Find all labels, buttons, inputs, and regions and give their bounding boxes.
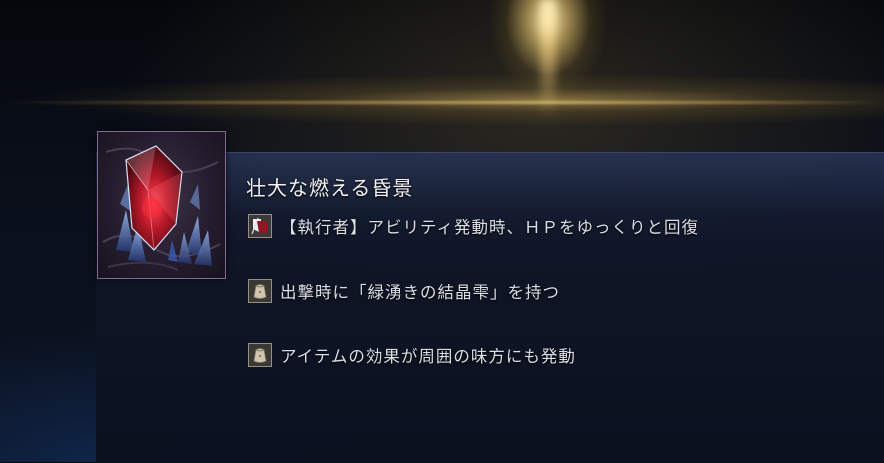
- item-pouch-icon: [248, 343, 272, 367]
- item-pouch-icon: [248, 279, 272, 303]
- effect-row-3: アイテムの効果が周囲の味方にも発動: [248, 341, 576, 369]
- effect-row-1: 【執行者】アビリティ発動時、ＨＰをゆっくりと回復: [248, 212, 699, 240]
- effect-text: 出撃時に「緑湧きの結晶雫」を持つ: [280, 283, 560, 302]
- item-name: 壮大な燃える昏景: [246, 176, 414, 200]
- effect-text: アイテムの効果が周囲の味方にも発動: [280, 347, 576, 366]
- item-icon-frame: [97, 131, 226, 279]
- horizon-glow: [0, 101, 884, 104]
- effect-row-2: 出撃時に「緑湧きの結晶雫」を持つ: [248, 277, 560, 305]
- red-crystal-icon: [102, 145, 221, 271]
- executor-ability-icon: [248, 214, 272, 238]
- effect-text: 【執行者】アビリティ発動時、ＨＰをゆっくりと回復: [280, 218, 700, 237]
